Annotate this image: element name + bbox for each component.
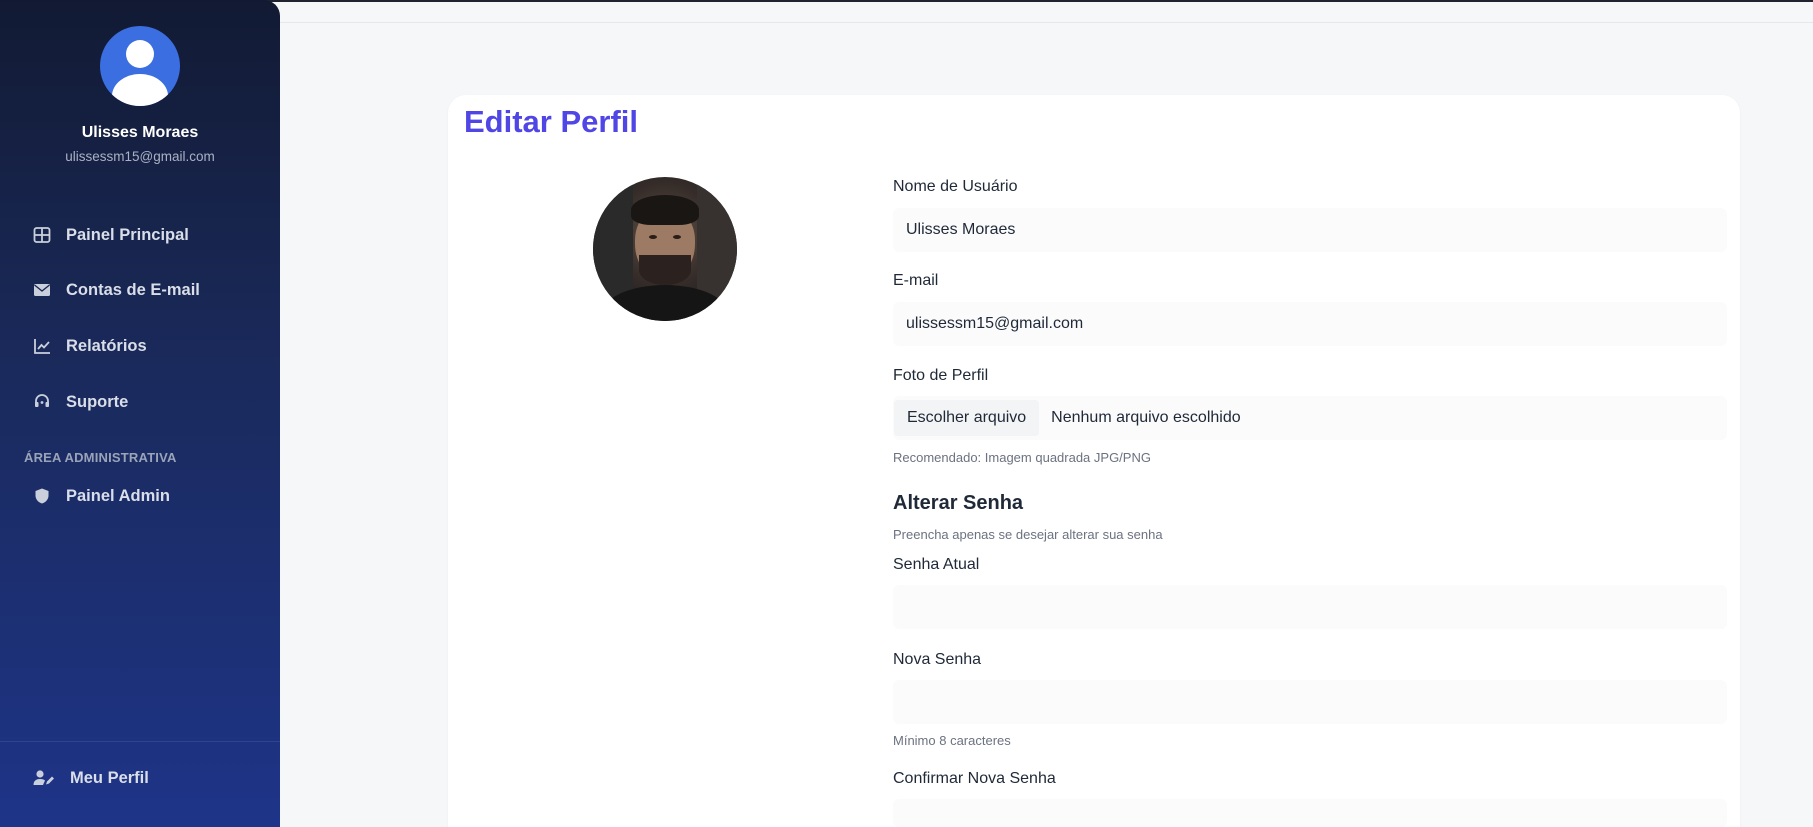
envelope-icon	[32, 280, 52, 300]
username-field[interactable]: Ulisses Moraes	[893, 208, 1727, 252]
sidebar-item-label: Suporte	[66, 392, 129, 411]
sidebar-item-relatorios[interactable]: Relatórios	[0, 326, 280, 366]
shield-icon	[32, 486, 52, 506]
sidebar-divider	[0, 741, 280, 742]
photo-file-input[interactable]: Escolher arquivo Nenhum arquivo escolhid…	[893, 396, 1727, 440]
header-divider	[280, 22, 1813, 23]
photo-hint: Recomendado: Imagem quadrada JPG/PNG	[893, 450, 1151, 465]
confirm-password-field[interactable]	[893, 799, 1727, 827]
admin-section-label: ÁREA ADMINISTRATIVA	[24, 450, 177, 465]
sidebar-item-painel-principal[interactable]: Painel Principal	[0, 215, 280, 255]
user-edit-icon	[32, 768, 56, 788]
user-name: Ulisses Moraes	[81, 124, 199, 141]
grid-icon	[32, 225, 52, 245]
sidebar-item-label: Contas de E-mail	[66, 280, 200, 299]
sidebar-item-label: Relatórios	[66, 336, 147, 355]
choose-file-button[interactable]: Escolher arquivo	[894, 400, 1040, 436]
profile-photo	[593, 177, 737, 321]
user-avatar-icon	[100, 26, 180, 106]
sidebar-item-contas-email[interactable]: Contas de E-mail	[0, 270, 280, 310]
page-title: Editar Perfil	[464, 104, 638, 139]
sidebar-item-label: Meu Perfil	[70, 768, 149, 787]
sidebar-item-suporte[interactable]: Suporte	[0, 382, 280, 422]
file-status: Nenhum arquivo escolhido	[1051, 409, 1241, 426]
new-password-field[interactable]	[893, 680, 1727, 724]
sidebar-item-meu-perfil[interactable]: Meu Perfil	[0, 758, 280, 798]
sidebar-item-painel-admin[interactable]: Painel Admin	[0, 476, 280, 516]
sidebar-item-label: Painel Admin	[66, 486, 170, 505]
password-section-title: Alterar Senha	[893, 492, 1024, 514]
chart-line-icon	[32, 336, 52, 356]
headset-icon	[32, 392, 52, 412]
confirm-password-label: Confirmar Nova Senha	[893, 770, 1056, 787]
new-password-label: Nova Senha	[893, 651, 982, 668]
password-section-subtitle: Preencha apenas se desejar alterar sua s…	[893, 527, 1163, 542]
email-field[interactable]: ulissessm15@gmail.com	[893, 302, 1727, 346]
sidebar: Ulisses Moraes ulissessm15@gmail.com Pai…	[0, 0, 280, 827]
email-label: E-mail	[893, 272, 939, 289]
user-email: ulissessm15@gmail.com	[65, 149, 215, 164]
photo-label: Foto de Perfil	[893, 367, 989, 384]
current-password-field[interactable]	[893, 585, 1727, 629]
current-password-label: Senha Atual	[893, 556, 980, 573]
username-label: Nome de Usuário	[893, 178, 1018, 195]
new-password-hint: Mínimo 8 caracteres	[893, 733, 1011, 748]
sidebar-item-label: Painel Principal	[66, 225, 189, 244]
